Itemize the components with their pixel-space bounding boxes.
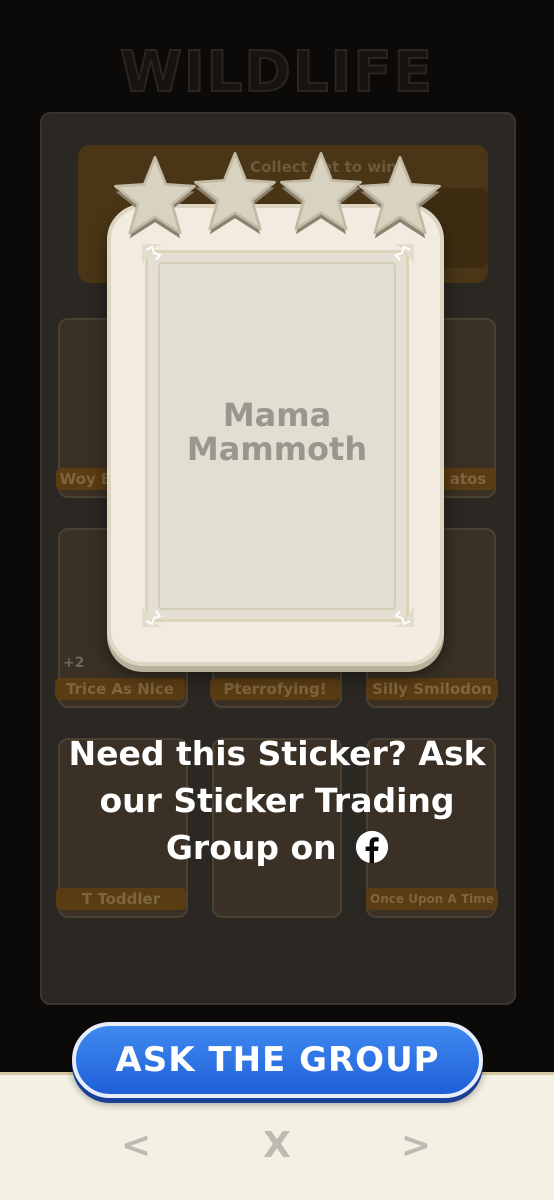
message-line: Group on (165, 828, 337, 867)
album-title: WILDLIFE (119, 39, 434, 106)
sticker-star-rating (110, 148, 441, 239)
star-icon (194, 152, 276, 235)
album-card-label: atos (440, 468, 496, 490)
album-card-label: Pterrofying! (210, 678, 340, 700)
next-button[interactable]: > (396, 1125, 436, 1166)
star-icon (359, 156, 441, 239)
star-icon (280, 152, 362, 235)
leaf-corner-icon (142, 607, 162, 627)
album-card-label: Silly Smilodon (366, 678, 498, 700)
leaf-corner-icon (142, 244, 162, 264)
message-line-with-icon: Group on (30, 824, 524, 871)
message-line: Need this Sticker? Ask (68, 734, 486, 773)
album-card-count: +2 (63, 655, 85, 671)
previous-button[interactable]: < (116, 1125, 156, 1166)
star-icon (114, 156, 196, 239)
close-button[interactable]: X (257, 1125, 297, 1166)
ask-the-group-button[interactable]: ASK THE GROUP (72, 1022, 483, 1098)
album-card-label: T Toddler (56, 888, 186, 910)
sticker-name: Mama Mammoth (186, 396, 368, 468)
album-set-label: Set 11/21 (234, 944, 320, 963)
leaf-corner-icon (394, 607, 414, 627)
album-card-label: Trice As Nice (55, 678, 185, 700)
facebook-icon (356, 831, 389, 863)
leaf-corner-icon (394, 244, 414, 264)
message-line: our Sticker Trading (99, 781, 455, 820)
trading-group-message: Need this Sticker? Ask our Sticker Tradi… (30, 730, 524, 871)
album-card-label: Once Upon A Time (366, 888, 498, 910)
